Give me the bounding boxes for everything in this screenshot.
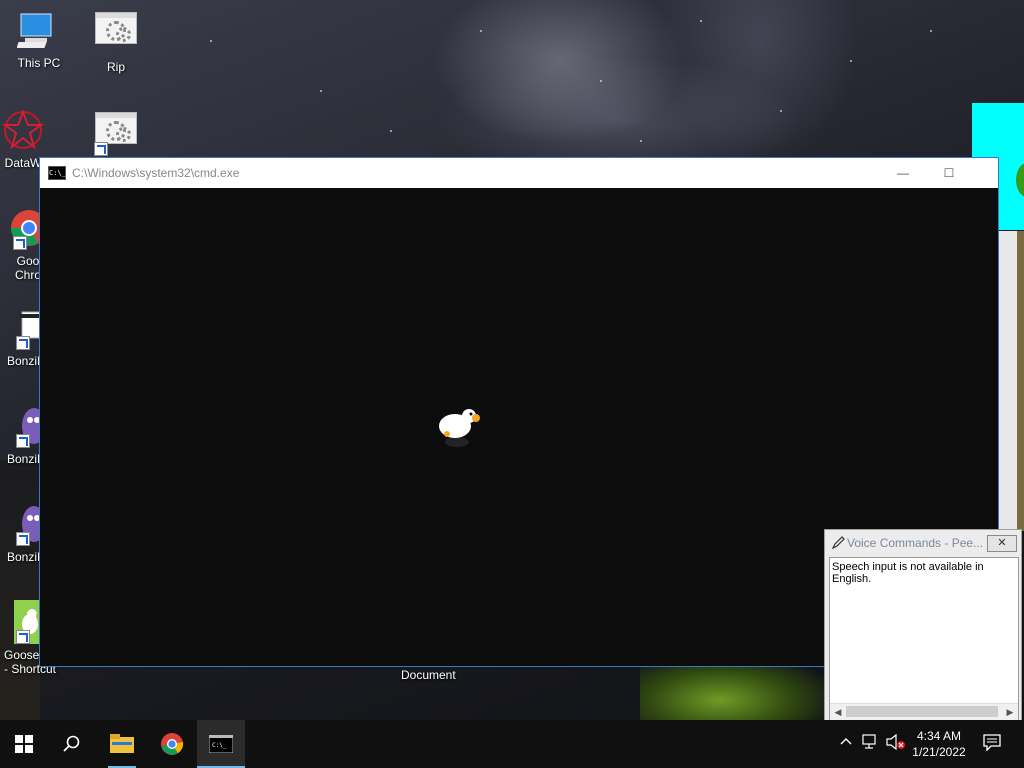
settings-window-icon: [94, 12, 138, 56]
wallpaper-grass: [640, 660, 840, 720]
horizontal-scrollbar[interactable]: ◀ ▶: [830, 703, 1018, 720]
network-icon: [862, 734, 876, 749]
start-button[interactable]: [0, 720, 48, 768]
background-window-edge: [999, 231, 1017, 531]
volume-button[interactable]: [886, 733, 906, 753]
search-icon: [63, 735, 80, 752]
taskbar-file-explorer[interactable]: [98, 720, 146, 768]
shortcut-arrow-icon: [16, 532, 30, 546]
shortcut-arrow-icon: [16, 434, 30, 448]
scrollbar-thumb[interactable]: [846, 706, 998, 717]
maximize-button[interactable]: ☐: [926, 158, 972, 188]
voice-message-area: Speech input is not available in English…: [829, 557, 1019, 720]
wallpaper-ground: [0, 460, 40, 720]
monitor-icon: [16, 8, 61, 52]
desktop-icon-label: This PC: [17, 56, 61, 70]
shortcut-arrow-icon: [94, 142, 108, 156]
pen-icon: [831, 536, 845, 550]
console-icon: C:\_: [48, 166, 66, 180]
close-button[interactable]: ✕: [987, 535, 1017, 552]
shortcut-arrow-icon: [13, 236, 27, 250]
speaker-muted-icon: [886, 733, 905, 751]
network-button[interactable]: [862, 734, 880, 753]
chevron-up-icon: [840, 738, 852, 745]
purple-gorilla-icon: [0, 502, 46, 546]
shortcut-arrow-icon: [16, 336, 30, 350]
voice-commands-window[interactable]: Voice Commands - Pee... ✕ Speech input i…: [824, 529, 1022, 720]
scroll-right-icon[interactable]: ▶: [1002, 704, 1018, 720]
desktop-icon-settings-shortcut[interactable]: [78, 108, 154, 160]
minimize-button[interactable]: —: [880, 158, 926, 188]
desktop-icon-this-pc[interactable]: This PC: [1, 8, 77, 70]
action-center-button[interactable]: [983, 733, 1001, 754]
notification-icon: [983, 734, 1001, 752]
red-star-icon: [1, 108, 45, 152]
cmd-titlebar[interactable]: C:\_ C:\Windows\system32\cmd.exe — ☐: [40, 158, 998, 188]
console-icon: C:\_: [209, 735, 233, 753]
taskbar-google-chrome[interactable]: [148, 720, 196, 768]
scroll-left-icon[interactable]: ◀: [830, 704, 846, 720]
desktop: This PC Rip DataW Goo Chro BonziB BonziB…: [0, 0, 1024, 720]
svg-text:C:\_: C:\_: [212, 742, 227, 749]
chrome-icon: [161, 733, 184, 755]
purple-gorilla-icon: [0, 404, 46, 448]
taskbar-command-prompt[interactable]: C:\_: [197, 720, 245, 768]
clock-date: 1/21/2022: [912, 745, 966, 759]
chrome-icon: [0, 206, 47, 250]
green-leaf-icon: [1016, 163, 1024, 197]
desktop-icon-document-label[interactable]: Document: [401, 668, 456, 682]
taskbar: C:\_ 4:34 AM 1/21/2022: [0, 720, 1024, 768]
windows-logo-icon: [15, 735, 33, 753]
clock[interactable]: 4:34 AM 1/21/2022: [908, 720, 970, 768]
desktop-icon-label: Rip: [106, 60, 125, 74]
settings-window-icon: [94, 112, 138, 156]
desktop-goose[interactable]: [435, 398, 485, 453]
clock-time: 4:34 AM: [916, 729, 962, 743]
search-button[interactable]: [48, 720, 96, 768]
voice-window-title: Voice Commands - Pee...: [847, 536, 984, 550]
shortcut-arrow-icon: [16, 630, 30, 644]
desktop-icon-rip[interactable]: Rip: [78, 8, 154, 74]
voice-message: Speech input is not available in English…: [832, 561, 984, 585]
document-icon: [0, 306, 44, 350]
voice-titlebar[interactable]: Voice Commands - Pee... ✕: [825, 530, 1021, 556]
window-title: C:\Windows\system32\cmd.exe: [72, 166, 240, 180]
background-window-edge: [1017, 231, 1024, 531]
show-hidden-icons-button[interactable]: [840, 734, 852, 749]
folder-icon: [110, 734, 134, 753]
